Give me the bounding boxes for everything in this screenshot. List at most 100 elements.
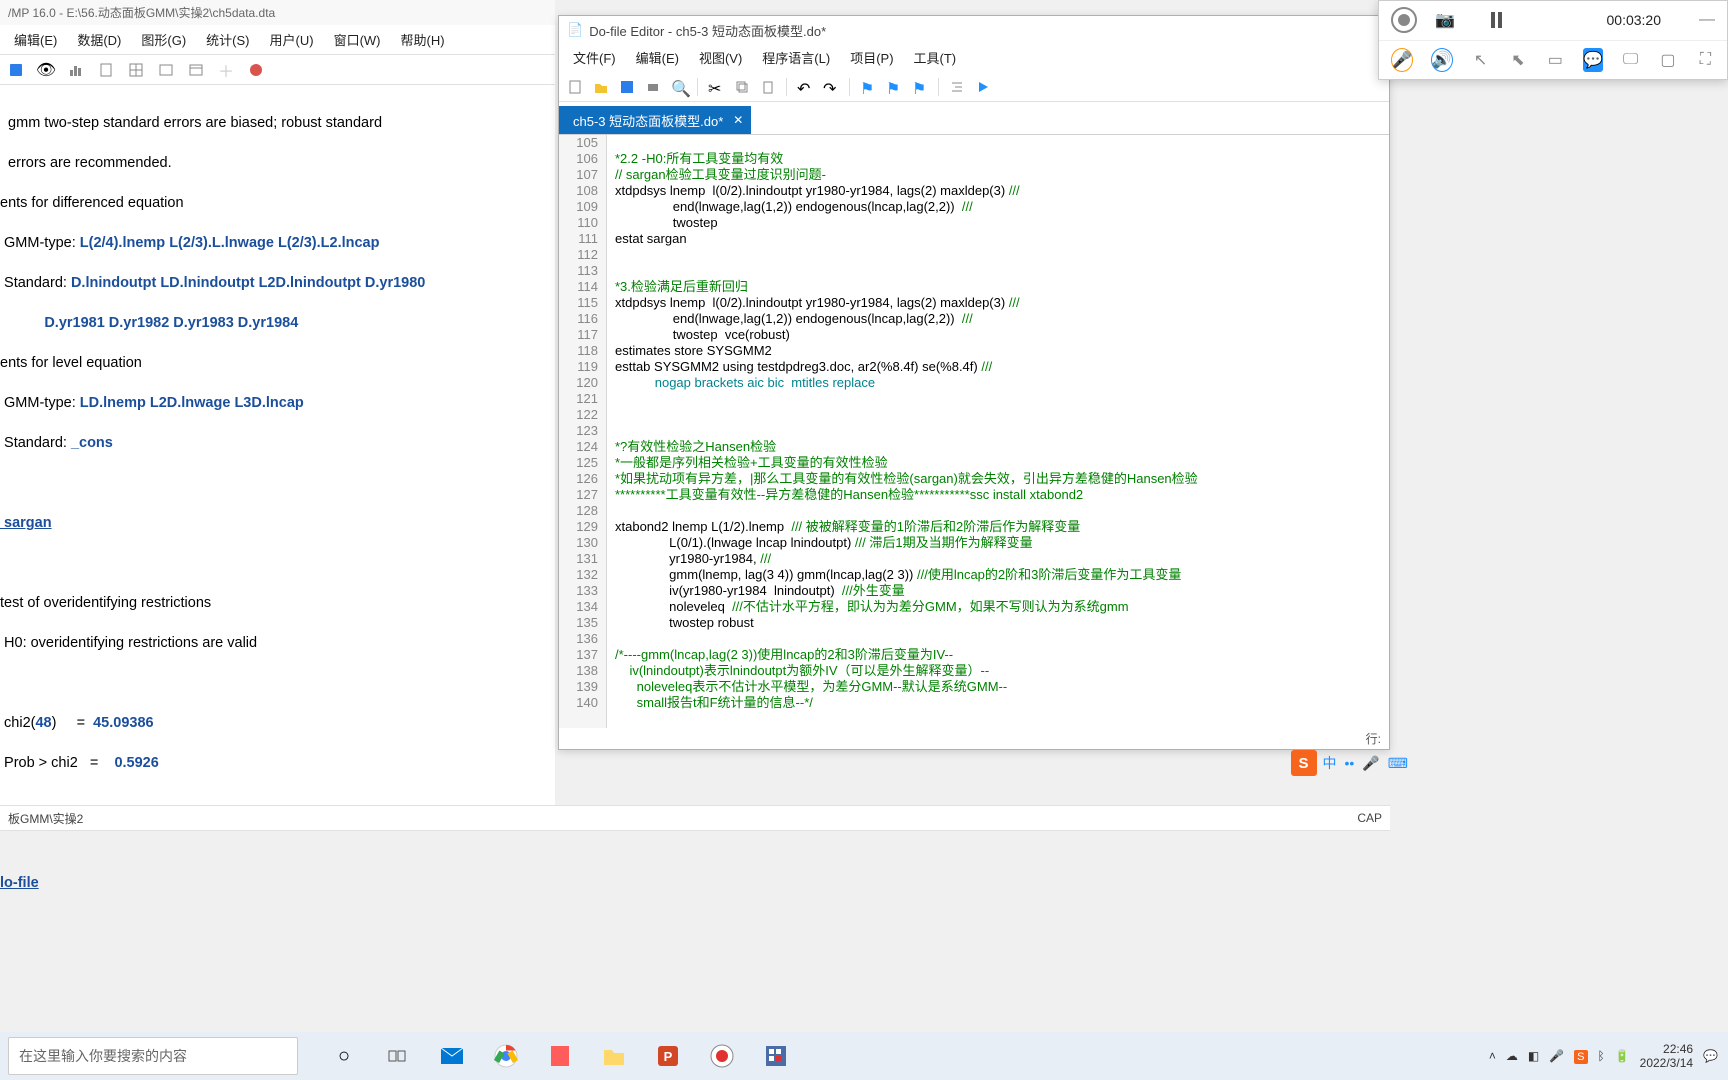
- cut-icon[interactable]: ✂: [708, 79, 724, 95]
- dofile-editor-window: 📄 Do-file Editor - ch5-3 短动态面板模型.do* 文件(…: [558, 15, 1390, 750]
- dofile-icon: 📄: [567, 22, 583, 38]
- table-icon[interactable]: [158, 62, 174, 78]
- save-icon[interactable]: [8, 62, 24, 78]
- tray-battery-icon[interactable]: 🔋: [1615, 1049, 1630, 1063]
- menu-tools[interactable]: 工具(T): [904, 44, 967, 72]
- menu-lang[interactable]: 程序语言(L): [752, 44, 840, 72]
- doc-icon[interactable]: [98, 62, 114, 78]
- fullscreen-icon[interactable]: ⛶: [1696, 48, 1715, 72]
- output-line: Standard: D.lnindoutpt LD.lnindoutpt L2D…: [0, 273, 555, 293]
- whiteboard-icon[interactable]: ▭: [1546, 48, 1565, 72]
- run-icon[interactable]: [975, 79, 991, 95]
- stata-statusbar: 板GMM\实操2 CAP: [0, 805, 1390, 831]
- chart-icon[interactable]: [68, 62, 84, 78]
- taskbar-clock[interactable]: 22:46 2022/3/14: [1640, 1042, 1693, 1070]
- output-line: chi2(48) = 45.09386: [0, 713, 555, 733]
- indent-icon[interactable]: [949, 79, 965, 95]
- window-icon[interactable]: ▢: [1658, 48, 1677, 72]
- code-content[interactable]: *2.2 -H0:所有工具变量均有效// sargan检验工具变量过度识别问题-…: [607, 135, 1389, 728]
- speaker-icon[interactable]: 🔊: [1431, 48, 1453, 72]
- pdf-icon[interactable]: [544, 1040, 576, 1072]
- tray-mic-icon[interactable]: 🎤: [1549, 1049, 1564, 1063]
- menu-edit[interactable]: 编辑(E): [4, 25, 67, 54]
- taskbar-apps: ○ P: [328, 1040, 792, 1072]
- save-disk-icon[interactable]: [619, 79, 635, 95]
- caps-indicator: CAP: [1357, 811, 1382, 825]
- tray-sogou-icon[interactable]: S: [1574, 1049, 1587, 1063]
- output-line: sargan: [0, 513, 555, 533]
- menu-help[interactable]: 帮助(H): [391, 25, 455, 54]
- explorer-icon[interactable]: [598, 1040, 630, 1072]
- new-icon[interactable]: [567, 79, 583, 95]
- pointer-tracer-icon[interactable]: ↖: [1471, 48, 1490, 72]
- taskbar-search[interactable]: 在这里输入你要搜索的内容: [8, 1037, 298, 1075]
- ime-indicator[interactable]: S 中 •• 🎤 ⌨: [1291, 750, 1408, 776]
- tray-chevron-icon[interactable]: ˄: [1489, 1049, 1496, 1063]
- chrome-icon[interactable]: [490, 1040, 522, 1072]
- mail-icon[interactable]: [436, 1040, 468, 1072]
- output-line: gmm two-step standard errors are biased;…: [0, 113, 555, 133]
- ime-status[interactable]: 中 •• 🎤 ⌨: [1323, 753, 1408, 773]
- system-tray: ˄ ☁ ◧ 🎤 S ᛒ 🔋 22:46 2022/3/14 💬: [1489, 1042, 1728, 1070]
- working-path: 板GMM\实操2: [8, 810, 83, 827]
- menu-window[interactable]: 窗口(W): [324, 25, 391, 54]
- output-line: [0, 833, 555, 853]
- bookmark-icon[interactable]: ⚑: [860, 79, 876, 95]
- record-button[interactable]: [1391, 7, 1417, 33]
- menu-view[interactable]: 视图(V): [689, 44, 752, 72]
- output-line: D.yr1981 D.yr1982 D.yr1983 D.yr1984: [0, 313, 555, 333]
- powerpoint-icon[interactable]: P: [652, 1040, 684, 1072]
- recording-time: 00:03:20: [1607, 12, 1662, 28]
- tab-strip: ch5-3 短动态面板模型.do* ✕: [559, 102, 1389, 134]
- menu-graph[interactable]: 图形(G): [131, 25, 196, 54]
- menu-data[interactable]: 数据(D): [67, 25, 131, 54]
- pause-button[interactable]: [1491, 12, 1502, 28]
- search-icon[interactable]: 🔍: [671, 79, 687, 95]
- tray-bluetooth-icon[interactable]: ᛒ: [1598, 1049, 1605, 1063]
- mic-icon[interactable]: 🎤: [1391, 48, 1413, 72]
- grid-icon[interactable]: [128, 62, 144, 78]
- menu-edit[interactable]: 编辑(E): [626, 44, 689, 72]
- stop-icon[interactable]: [248, 62, 264, 78]
- paste-icon[interactable]: [760, 79, 776, 95]
- plus-icon[interactable]: ＋: [218, 62, 234, 78]
- redo-icon[interactable]: ↷: [823, 79, 839, 95]
- output-line: [0, 473, 555, 493]
- separator: [849, 78, 850, 96]
- screen-recorder-bar[interactable]: 📷 00:03:20 — 🎤 🔊 ↖ ⬉ ▭ 💬 🖵 ▢ ⛶: [1378, 0, 1728, 80]
- menu-stat[interactable]: 统计(S): [196, 25, 259, 54]
- undo-icon[interactable]: ↶: [797, 79, 813, 95]
- output-line: [0, 673, 555, 693]
- active-tab[interactable]: ch5-3 短动态面板模型.do* ✕: [559, 106, 751, 134]
- minimize-icon[interactable]: —: [1699, 11, 1715, 29]
- stata-app-icon[interactable]: [760, 1040, 792, 1072]
- output-line: ents for differenced equation: [0, 193, 555, 213]
- recorder-tools: 🎤 🔊 ↖ ⬉ ▭ 💬 🖵 ▢ ⛶: [1379, 40, 1727, 80]
- svg-text:P: P: [664, 1049, 673, 1064]
- spotlight-icon[interactable]: 💬: [1583, 48, 1603, 72]
- menu-project[interactable]: 项目(P): [840, 44, 903, 72]
- dofile-titlebar[interactable]: 📄 Do-file Editor - ch5-3 短动态面板模型.do*: [559, 16, 1389, 44]
- open-icon[interactable]: [593, 79, 609, 95]
- tray-onedrive-icon[interactable]: ☁: [1506, 1049, 1518, 1063]
- cortana-icon[interactable]: ○: [328, 1040, 360, 1072]
- camera-icon[interactable]: 📷: [1435, 10, 1455, 30]
- menu-file[interactable]: 文件(F): [563, 44, 626, 72]
- code-editor[interactable]: 1051061071081091101111121131141151161171…: [559, 134, 1389, 728]
- eye-icon[interactable]: 👁: [38, 62, 54, 78]
- bookmark-prev-icon[interactable]: ⚑: [886, 79, 902, 95]
- screen-icon[interactable]: 🖵: [1621, 48, 1640, 72]
- menu-user[interactable]: 用户(U): [260, 25, 324, 54]
- tray-app-icon[interactable]: ◧: [1528, 1049, 1539, 1063]
- sogou-icon[interactable]: S: [1291, 750, 1317, 776]
- copy-icon[interactable]: [734, 79, 750, 95]
- pointer-icon[interactable]: ⬉: [1508, 48, 1527, 72]
- spreadsheet-icon[interactable]: [188, 62, 204, 78]
- output-line: ents for level equation: [0, 353, 555, 373]
- bookmark-next-icon[interactable]: ⚑: [912, 79, 928, 95]
- close-icon[interactable]: ✕: [733, 113, 743, 127]
- print-icon[interactable]: [645, 79, 661, 95]
- taskview-icon[interactable]: [382, 1040, 414, 1072]
- notification-icon[interactable]: 💬: [1703, 1049, 1718, 1063]
- recorder-app-icon[interactable]: [706, 1040, 738, 1072]
